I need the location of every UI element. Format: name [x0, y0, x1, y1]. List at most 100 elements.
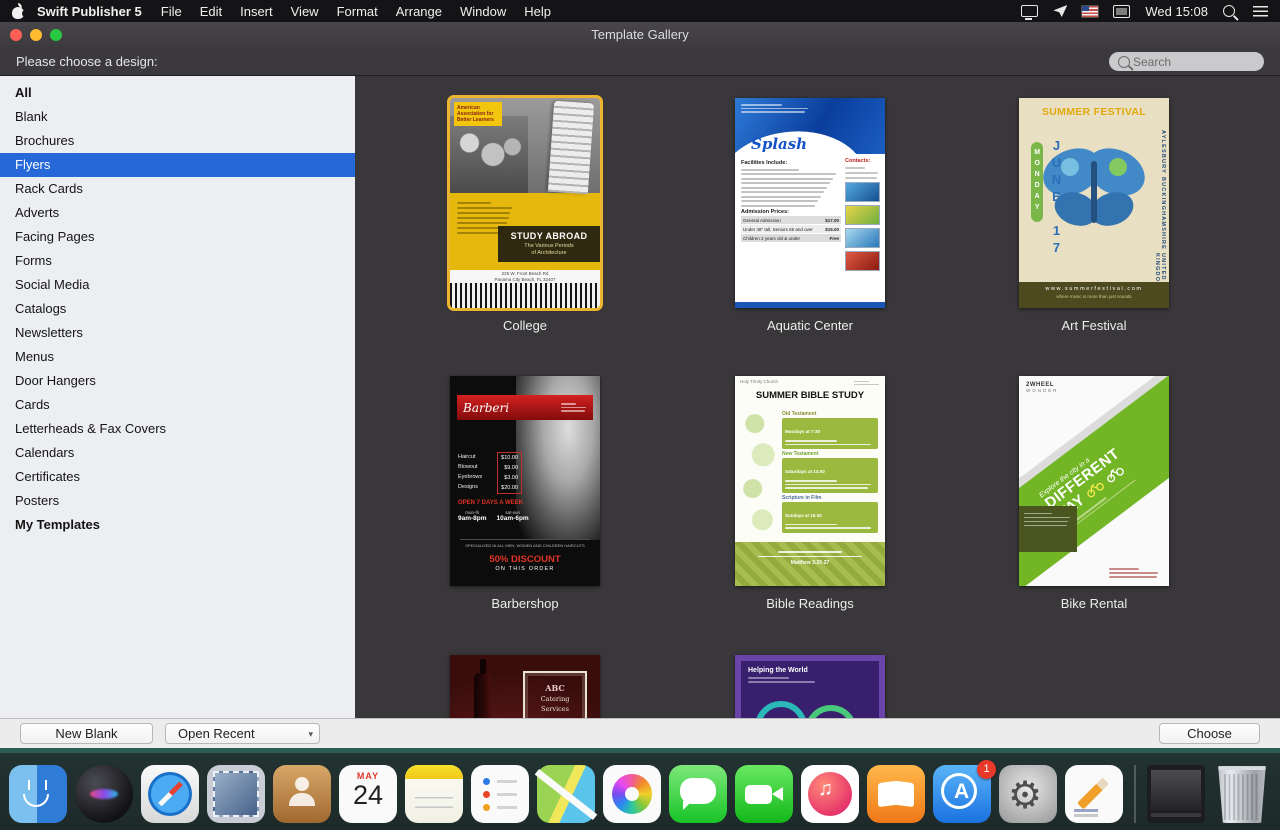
menu-insert[interactable]: Insert [240, 4, 273, 19]
text-line [845, 177, 877, 179]
notes-icon[interactable] [405, 765, 463, 823]
menu-window[interactable]: Window [460, 4, 506, 19]
template-thumbnail-charity[interactable]: Helping the World [735, 655, 885, 718]
sidebar-item-flyers[interactable]: Flyers [0, 153, 355, 177]
notification-center-icon[interactable] [1253, 6, 1268, 17]
college-subhead-2: of Architecture [531, 250, 566, 256]
wine-bottle-illustration [474, 673, 491, 718]
sidebar-item-posters[interactable]: Posters [0, 489, 355, 513]
template-cell-bible: Holy Trinity Church SUMMER BIBLE STUDY O… [735, 376, 885, 611]
menu-arrange[interactable]: Arrange [396, 4, 442, 19]
sidebar-item-certificates[interactable]: Certificates [0, 465, 355, 489]
sidebar-item-facing-pages[interactable]: Facing Pages [0, 225, 355, 249]
siri-icon[interactable] [75, 765, 133, 823]
menu-view[interactable]: View [291, 4, 319, 19]
sidebar-item-rack-cards[interactable]: Rack Cards [0, 177, 355, 201]
text-line [785, 440, 837, 442]
new-blank-button[interactable]: New Blank [20, 723, 153, 744]
sidebar-item-forms[interactable]: Forms [0, 249, 355, 273]
input-source-flag-icon[interactable] [1082, 6, 1098, 17]
section-lines [785, 524, 875, 529]
books-icon[interactable] [867, 765, 925, 823]
dock: MAY 24 1 [9, 765, 1271, 823]
close-button[interactable] [10, 29, 22, 41]
sidebar-item-letterheads[interactable]: Letterheads & Fax Covers [0, 417, 355, 441]
window-title: Template Gallery [591, 27, 689, 42]
church-address-lines [854, 379, 880, 387]
template-thumbnail-bible[interactable]: Holy Trinity Church SUMMER BIBLE STUDY O… [735, 376, 885, 586]
template-caption: Bike Rental [1019, 596, 1169, 611]
schedule-lines [1109, 566, 1161, 581]
sidebar-item-menus[interactable]: Menus [0, 345, 355, 369]
open-recent-label: Open Recent [178, 726, 255, 741]
facetime-icon[interactable] [735, 765, 793, 823]
apple-menu-icon[interactable] [12, 3, 25, 19]
sidebar-item-calendars[interactable]: Calendars [0, 441, 355, 465]
minimized-window-icon[interactable] [1147, 765, 1205, 823]
sidebar-item-catalogs[interactable]: Catalogs [0, 297, 355, 321]
text-line [457, 222, 507, 224]
template-thumbnail-art-festival[interactable]: SUMMER FESTIVAL MONDAY JUNE 17 AYLESBURY [1019, 98, 1169, 308]
airdrop-icon[interactable] [1053, 5, 1067, 17]
menu-format[interactable]: Format [337, 4, 378, 19]
price-row: General Admission $17.00 [741, 216, 841, 224]
template-thumbnail-bike[interactable]: 2WHEEL WONDER Explore the city in a DIFF… [1019, 376, 1169, 586]
reminders-icon[interactable] [471, 765, 529, 823]
choose-button[interactable]: Choose [1159, 723, 1260, 744]
mail-icon[interactable] [207, 765, 265, 823]
contacts-icon[interactable] [273, 765, 331, 823]
displays-icon[interactable] [1113, 5, 1130, 18]
service-item: Blowout [458, 462, 493, 472]
price-value: $17.00 [825, 218, 839, 223]
open-recent-dropdown[interactable]: Open Recent ▾ [165, 723, 320, 744]
template-thumbnail-barbershop[interactable]: Barberi Haircut Blowout Eyebrows Designs… [450, 376, 600, 586]
app-store-badge: 1 [977, 760, 996, 779]
minimize-button[interactable] [30, 29, 42, 41]
trash-icon[interactable] [1213, 765, 1271, 823]
itunes-icon[interactable] [801, 765, 859, 823]
choose-design-prompt: Please choose a design: [16, 54, 158, 69]
swift-publisher-icon[interactable] [1065, 765, 1123, 823]
sidebar-item-blank[interactable]: Blank [0, 105, 355, 129]
zoom-button[interactable] [50, 29, 62, 41]
safari-icon[interactable] [141, 765, 199, 823]
sidebar-item-adverts[interactable]: Adverts [0, 201, 355, 225]
sidebar-item-newsletters[interactable]: Newsletters [0, 321, 355, 345]
sidebar-item-my-templates[interactable]: My Templates [0, 513, 355, 537]
sidebar-item-social-media[interactable]: Social Media [0, 273, 355, 297]
search-input[interactable]: Search [1109, 52, 1264, 71]
app-store-icon[interactable]: 1 [933, 765, 991, 823]
app-menu-title[interactable]: Swift Publisher 5 [37, 4, 142, 19]
template-thumbnail-catering[interactable]: ABC Catering Services [450, 655, 600, 718]
barbershop-note: SPECIALIZED IN ALL MEN, WOMEN AND CHILDR… [450, 543, 600, 548]
display-icon[interactable] [1021, 5, 1038, 17]
sidebar-item-all[interactable]: All [0, 81, 355, 105]
maps-icon[interactable] [537, 765, 595, 823]
festival-tagline: where music is more than just sounds [1019, 294, 1169, 299]
text-line [1024, 513, 1052, 515]
text-line [741, 187, 827, 189]
photos-icon[interactable] [603, 765, 661, 823]
college-headline-block: STUDY ABROAD The Various Periods of Arch… [498, 226, 600, 262]
menu-clock[interactable]: Wed 15:08 [1145, 4, 1208, 19]
spotlight-icon[interactable] [1223, 5, 1235, 17]
text-line [1109, 576, 1157, 578]
menu-edit[interactable]: Edit [200, 4, 222, 19]
service-price: $3.00 [501, 473, 518, 483]
sidebar-item-door-hangers[interactable]: Door Hangers [0, 369, 355, 393]
template-thumbnail-college[interactable]: American Association for Better Learners… [450, 98, 600, 308]
traffic-lights [10, 29, 62, 41]
finder-icon[interactable] [9, 765, 67, 823]
calendar-icon[interactable]: MAY 24 [339, 765, 397, 823]
system-preferences-icon[interactable] [999, 765, 1057, 823]
price-row: Under 48" tall, Seniors 65 and over $15.… [741, 225, 841, 233]
sidebar-item-cards[interactable]: Cards [0, 393, 355, 417]
sidebar-item-brochures[interactable]: Brochures [0, 129, 355, 153]
menu-file[interactable]: File [161, 4, 182, 19]
messages-icon[interactable] [669, 765, 727, 823]
diver-photo [845, 228, 880, 248]
aquatic-header: Splash [735, 98, 885, 154]
text-line [748, 681, 815, 683]
template-thumbnail-aquatic[interactable]: Splash Facilities Include: Admission Pri… [735, 98, 885, 308]
menu-help[interactable]: Help [524, 4, 551, 19]
